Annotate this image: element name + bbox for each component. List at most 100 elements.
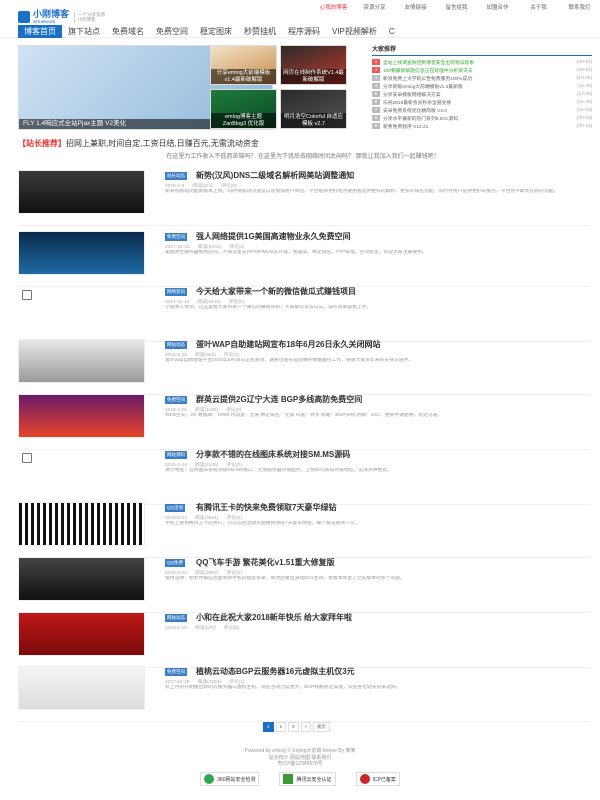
post-item: QQ活动 有腾讯王卡的快来免费领取7天豪华绿钻 2018-2-24 阅读(5941… (18, 498, 590, 558)
post-title[interactable]: 有腾讯王卡的快来免费领取7天豪华绿钻 (196, 502, 336, 513)
recommend-item[interactable]: 2 100要最新解题信息正在处理中分析资讯去 [08-04] (372, 66, 592, 74)
site-logo[interactable]: 小刚博客 XHnetwork 一个分享资源 IT的博客 (18, 10, 105, 24)
toplink-cooperate[interactable]: 加盟合作 (477, 3, 518, 11)
nav-free-domain[interactable]: 免费域名 (106, 26, 150, 37)
toplink-contact[interactable]: 联系我们 (559, 3, 600, 11)
rank-number: 4 (372, 83, 380, 89)
nav-home[interactable]: 博客首页 (18, 24, 62, 38)
post-excerpt: WEB空间：2G 数据库：100M 月流量：无限 绑定域名：无限 带宽：共享 线… (165, 413, 443, 418)
post-category[interactable]: QQ免费 (165, 559, 186, 567)
page-next[interactable]: » (300, 722, 312, 732)
post-thumbnail[interactable] (18, 339, 145, 383)
post-thumbnail[interactable] (18, 231, 145, 275)
post-title[interactable]: 今天给大家带来一个新的微信做瓜式赚钱项目 (196, 286, 356, 297)
rank-item-title[interactable]: 乐视2015最新会员秒杀全部兑换 (383, 99, 564, 106)
post-title[interactable]: 植桃云动态BGP云服务器16元虚拟主机仅3元 (196, 666, 355, 677)
recommend-item[interactable]: 9 新秀免费程序 V12.21 [02-13] (372, 122, 592, 130)
post-thumbnail[interactable] (18, 449, 145, 493)
badge-tencent[interactable]: 腾讯云安全认证 (279, 772, 336, 786)
recommend-title: 大家推荐 (372, 44, 592, 56)
post-category[interactable]: 站长动态 (165, 172, 187, 180)
notice-subline: 在这里为工作收入不低而苦恼吗？ 在这里为下班后去网络时间太闲吗？ 那就让我加入我… (166, 154, 440, 160)
post-title[interactable]: 分享款不错的在线图床系统对接SM.MS源码 (196, 449, 350, 460)
badge-icp[interactable]: ICP已备案 (355, 772, 400, 786)
toplink-about[interactable]: 关于我 (518, 3, 559, 11)
featured-thumb[interactable]: emlog博客主题 ZanBlog3 优化版 (210, 89, 277, 129)
rank-item-title[interactable]: 分享新版emlog大前端模板v1.4最新版 (383, 83, 564, 90)
post-thumbnail[interactable] (18, 394, 145, 438)
recommend-item[interactable]: 7 安卓免费系统优化精简版 V3.0 [01-03] (372, 106, 592, 114)
post-category[interactable]: 网络资讯 (165, 288, 187, 296)
post-category[interactable]: 网站动态 (165, 614, 187, 622)
logo-sub-2: IT的博客 (78, 17, 96, 22)
post-meta: 2017-12-28 阅读(2254) 评论(1) (165, 678, 252, 685)
recommend-item[interactable]: 5 分享安卓模板网络解决方案 [12-06] (372, 90, 592, 98)
pagination: 1 2 3 » 尾页 (263, 722, 332, 732)
post-title[interactable]: 小和在此祝大家2018新年快乐 给大家拜年啦 (196, 612, 352, 623)
post-title[interactable]: QQ飞车手游 繁花美化v1.51重大修复版 (196, 557, 335, 568)
toplink-my-blog[interactable]: 心我的博客 (313, 3, 354, 11)
nav-source-code[interactable]: 程序源码 (282, 26, 326, 37)
post-thumbnail[interactable] (18, 286, 145, 330)
recommend-item[interactable]: 6 乐视2015最新会员秒杀全部兑换 [01-25] (372, 98, 592, 106)
rank-number: 8 (372, 115, 380, 121)
rank-number: 7 (372, 107, 380, 113)
footer-icp[interactable]: 粤ICP备12345678号 (0, 761, 600, 768)
nav-more[interactable]: C (383, 27, 401, 36)
nav-auto-like[interactable]: 秒赞挂机 (238, 26, 282, 37)
post-category[interactable]: 网站动态 (165, 341, 187, 349)
post-title[interactable]: 强人网络提供1G美国高速物业永久免费空间 (196, 231, 351, 242)
post-category[interactable]: 网站源码 (165, 451, 187, 459)
post-thumbnail[interactable] (18, 557, 145, 601)
rank-item-title[interactable]: 分享安卓模板网络解决方案 (383, 91, 564, 98)
recommend-item[interactable]: 1 全站上线调查防控制博客安全出现错误现象 [08-04] (372, 58, 592, 66)
recommend-item[interactable]: 8 分享水平最新的热门系列5.M.C源码 [02-24] (372, 114, 592, 122)
post-thumbnail[interactable] (18, 502, 145, 546)
page-last[interactable]: 尾页 (313, 722, 331, 732)
rank-item-title[interactable]: 安卓免费系统优化精简版 V3.0 (383, 107, 564, 114)
notice-banner[interactable]: 【站长推荐】招网上兼职,时间自定,工资日结,日赚百元,无需流动资金 在这里为工作… (18, 138, 588, 160)
notice-headline[interactable]: 招网上兼职,时间自定,工资日结,日赚百元,无需流动资金 (66, 139, 259, 148)
post-category[interactable]: 免费空间 (165, 396, 187, 404)
rank-item-title[interactable]: 100要最新解题信息正在处理中分析资讯去 (383, 67, 564, 74)
featured-thumb[interactable]: 分享emlog大前端模板v1.4最新破解版 (210, 45, 277, 85)
toplink-resources[interactable]: 资源分享 (354, 3, 395, 11)
toplink-friends[interactable]: 友情链接 (395, 3, 436, 11)
recommend-item[interactable]: 3 新浪免费上大学的公告免费服务100%成功 [10-05] (372, 74, 592, 82)
rank-number: 1 (372, 59, 380, 65)
logo-icon (18, 11, 30, 23)
nav-image-host[interactable]: 稳定图床 (194, 26, 238, 37)
badge-icp-label: ICP已备案 (372, 776, 396, 783)
post-category[interactable]: QQ活动 (165, 504, 186, 512)
badge-tencent-label: 腾讯云安全认证 (296, 776, 332, 783)
page-2[interactable]: 2 (275, 722, 287, 732)
nav-vip-video[interactable]: VIP视频解析 (326, 26, 383, 37)
post-thumbnail[interactable] (18, 666, 145, 710)
page-3[interactable]: 3 (288, 722, 299, 732)
rank-number: 2 (372, 67, 380, 73)
post-title[interactable]: 新势(汉风)DNS二级域名解析网美站调整通知 (196, 170, 354, 181)
broken-image-icon (22, 453, 32, 463)
thumb-caption: 网页在线制作系统V1.4最新破解版 (281, 69, 346, 84)
post-category[interactable]: 免费空间 (165, 233, 187, 241)
post-thumbnail[interactable] (18, 170, 145, 214)
broken-image-icon (22, 290, 32, 300)
post-thumbnail[interactable] (18, 612, 145, 656)
recommend-item[interactable]: 4 分享新版emlog大前端模板v1.4最新版 [11-25] (372, 82, 592, 90)
featured-thumb[interactable]: 网页在线制作系统V1.4最新破解版 (280, 45, 347, 85)
page-1[interactable]: 1 (263, 722, 274, 732)
rank-item-title[interactable]: 全站上线调查防控制博客安全出现错误现象 (383, 59, 564, 66)
thumb-caption: emlog博客主题 ZanBlog3 优化版 (211, 113, 276, 128)
nav-sites[interactable]: 旗下站点 (62, 26, 106, 37)
nav-free-space[interactable]: 免费空间 (150, 26, 194, 37)
trust-badges: 360网站安全检测 腾讯云安全认证 ICP已备案 (0, 772, 600, 786)
rank-item-title[interactable]: 分享水平最新的热门系列5.M.C源码 (383, 115, 564, 122)
badge-360[interactable]: 360网站安全检测 (200, 772, 260, 786)
toplink-message[interactable]: 留言给我 (436, 3, 477, 11)
rank-item-title[interactable]: 新秀免费程序 V12.21 (383, 123, 564, 130)
featured-thumb[interactable]: 明月浩空Colorful 自适应模板 v2.7 (280, 89, 347, 129)
post-title[interactable]: 群英云提供2G辽宁大连 BGP多线高防免费空间 (196, 394, 362, 405)
post-category[interactable]: 免费空间 (165, 668, 187, 676)
post-title[interactable]: 蛋叶WAP自助建站网宣布18年6月26日永久关闭网站 (196, 339, 380, 350)
rank-item-title[interactable]: 新浪免费上大学的公告免费服务100%成功 (383, 75, 564, 82)
